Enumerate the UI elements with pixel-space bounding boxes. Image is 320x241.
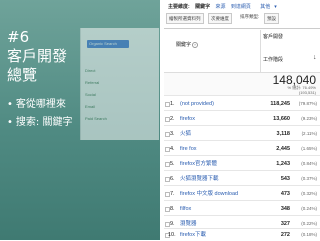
bullet-item: • 搜索: 關鍵字 [7,114,72,132]
bullet-text: 搜索: 關鍵字 [15,117,73,128]
totals-row: 148,040 % 總計: 76.49% (193,531) [164,72,320,95]
sort-type-select[interactable]: 預設 [264,13,279,24]
slide-title: #6 客戶開發 總覽 [7,28,67,85]
help-icon[interactable]: ? [192,42,199,48]
primary-dimension-current: 關鍵字 [195,4,211,10]
bullet-mark: • [7,117,13,128]
thumbnail-item: Paid Search [85,116,107,121]
sessions-column-header[interactable]: 工作階段 [263,56,283,63]
dimension-link-landing-page[interactable]: 到達網頁 [231,4,251,10]
primary-dimension-row: 主要維度: 關鍵字 來源 到達網頁 其他 ▾ [164,3,320,11]
keyword-column-header[interactable]: 關鍵字? [176,41,199,48]
total-sessions-subtext: % 總計: 76.49% (193,531) [288,85,316,95]
sessions-value: 272 [280,232,290,238]
sessions-percent: (0.18%) [301,232,317,237]
analytics-panel: 主要維度: 關鍵字 來源 到達網頁 其他 ▾ 繪製所選資料列 次要維度 排序類型:… [164,0,320,240]
thumbnail-selected-item: Organic Search [87,40,129,48]
slide-bullets: • 客從哪裡來 • 搜索: 關鍵字 [7,96,72,132]
thumbnail-item: Referral [85,80,100,85]
dimension-link-other-label: 其他 [260,4,271,10]
table-toolbar: 繪製所選資料列 次要維度 排序類型: 預設 [164,13,320,24]
thumbnail-item: Email [85,104,96,109]
metric-column-header: 客戶開發 工作階段 ↓ [260,30,320,72]
bullet-text: 客從哪裡來 [15,99,66,110]
dimension-link-source[interactable]: 來源 [215,4,225,10]
bullet-mark: • [7,99,13,110]
metric-group-label: 客戶開發 [263,34,284,40]
primary-dimension-label: 主要維度: [168,4,190,10]
table-header: 關鍵字? 客戶開發 工作階段 ↓ [164,28,320,73]
keyword-column-label: 關鍵字 [176,42,192,48]
slide-title-line: #6 [7,28,30,46]
slide-title-line: 客戶開發 [7,47,68,65]
plot-rows-button[interactable]: 繪製所選資料列 [166,13,204,24]
bullet-item: • 客從哪裡來 [7,96,72,114]
row-index: 10. [168,232,176,238]
slide-title-line: 總覽 [7,66,38,84]
dimension-link-other[interactable]: 其他 ▾ [256,4,277,10]
table-row: 10. firefox下載 272 (0.18%) [164,228,320,241]
thumbnail-item: Direct [85,68,96,73]
keyword-link[interactable]: firefox下載 [180,229,206,241]
secondary-dimension-button[interactable]: 次要維度 [208,13,232,24]
sort-type-label: 排序類型: [240,14,260,19]
sidebar-thumbnail: Organic Search Direct Referral Social Em… [80,28,159,140]
chevron-down-icon: ▾ [274,4,277,10]
thumbnail-item: Social [85,92,96,97]
sort-arrow-icon[interactable]: ↓ [313,54,317,61]
slide-left-panel: #6 客戶開發 總覽 • 客從哪裡來 • 搜索: 關鍵字 Organic Searc… [0,0,160,240]
